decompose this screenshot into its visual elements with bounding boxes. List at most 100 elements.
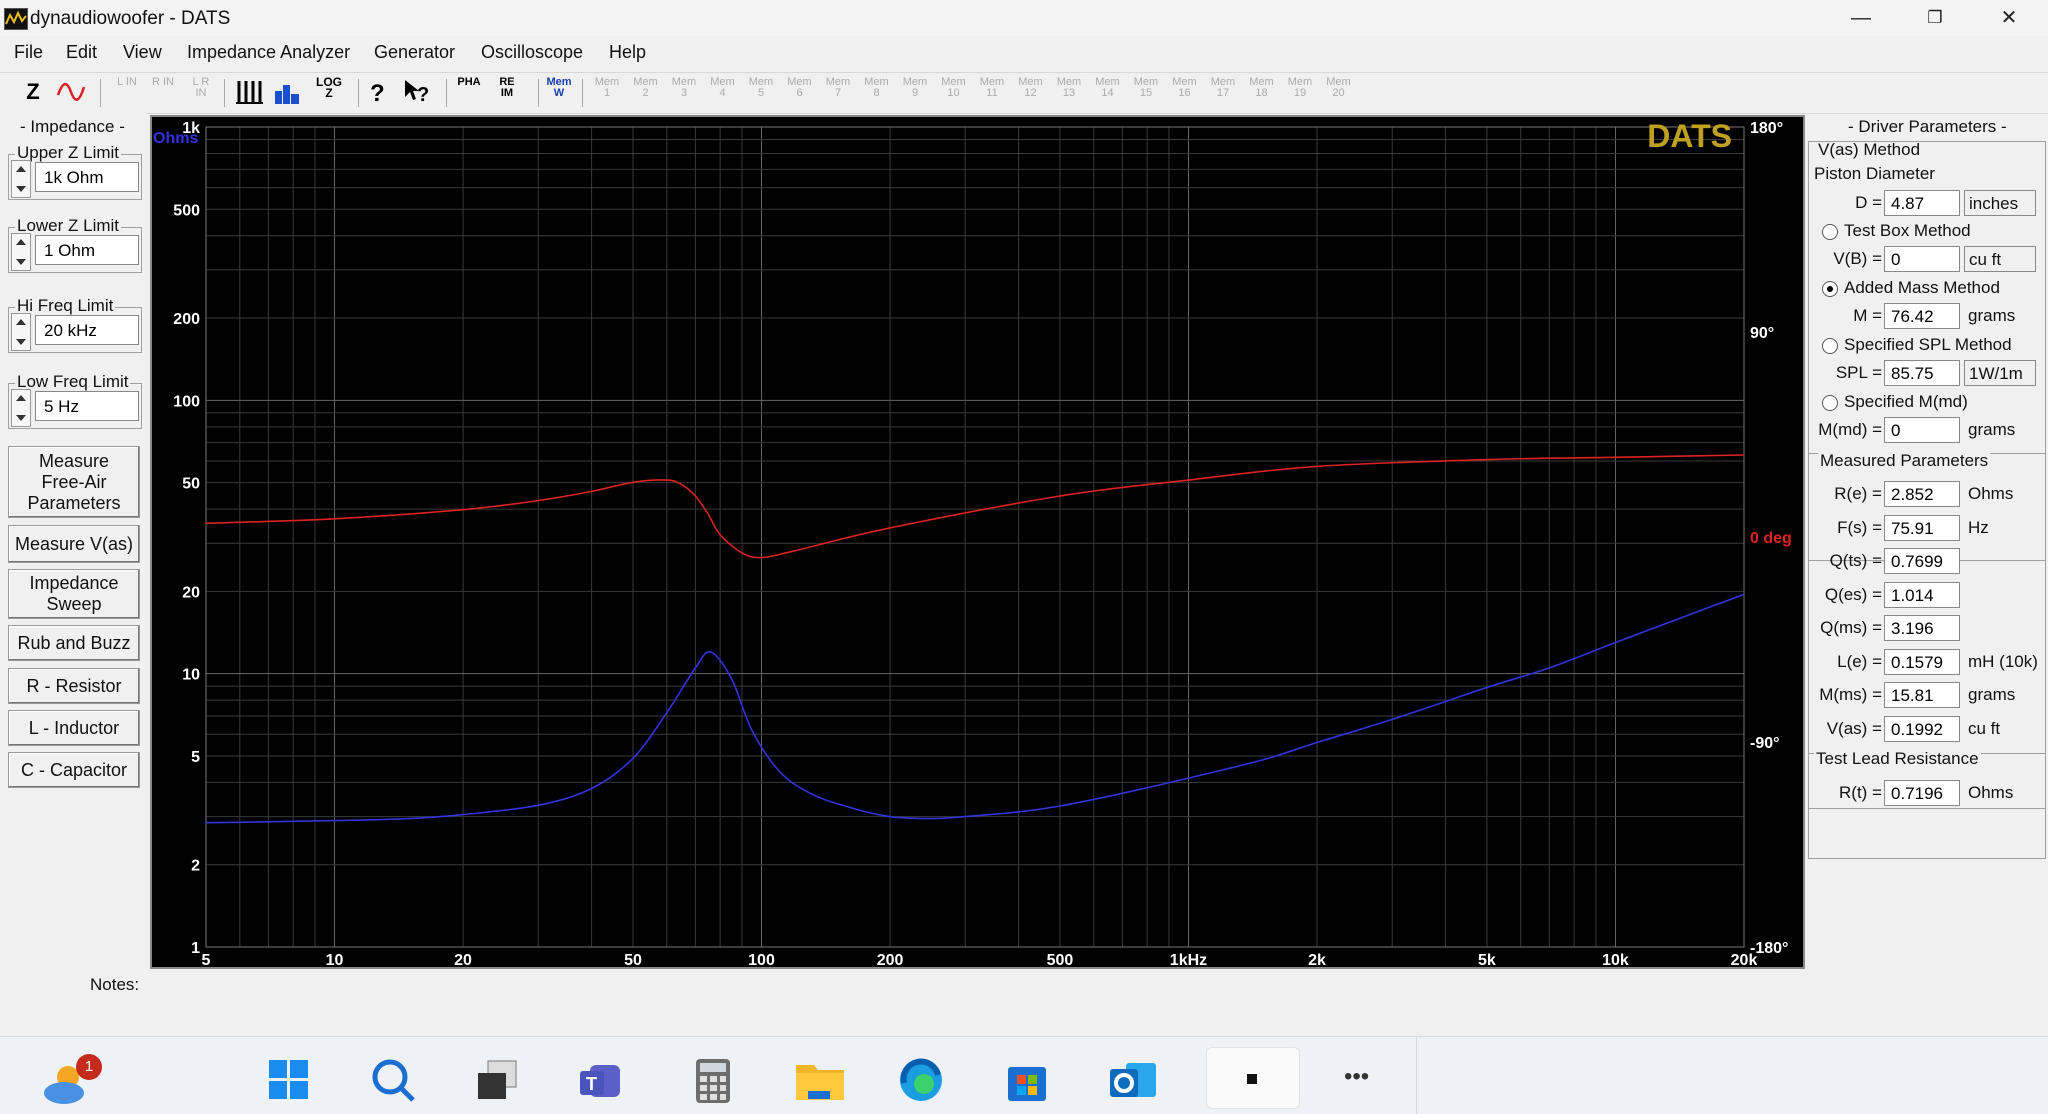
- minimize-button[interactable]: —: [1836, 4, 1886, 32]
- search-icon[interactable]: [370, 1057, 416, 1103]
- toolbar-separator: [100, 79, 101, 107]
- resistor-button[interactable]: R - Resistor: [8, 668, 140, 704]
- spin-down-icon[interactable]: [16, 186, 26, 192]
- low-freq-spinner[interactable]: [11, 389, 31, 427]
- measured-param-value[interactable]: 15.81: [1884, 682, 1960, 708]
- memory-slot-button[interactable]: Mem 11: [977, 77, 1007, 107]
- menu-oscilloscope[interactable]: Oscilloscope: [481, 42, 583, 63]
- low-freq-limit-value[interactable]: 5 Hz: [35, 391, 139, 421]
- memory-slot-button[interactable]: Mem 8: [862, 77, 892, 107]
- taskview-icon[interactable]: [474, 1057, 520, 1103]
- spl-method-radio[interactable]: [1822, 338, 1838, 354]
- capacitor-button[interactable]: C - Capacitor: [8, 752, 140, 788]
- start-icon[interactable]: [266, 1057, 312, 1103]
- measured-param-value[interactable]: 75.91: [1884, 514, 1960, 541]
- added-mass-input[interactable]: 76.42: [1884, 303, 1960, 329]
- calculator-icon[interactable]: [690, 1057, 736, 1103]
- more-apps-icon[interactable]: •••: [1344, 1063, 1369, 1091]
- memory-slot-button[interactable]: Mem 13: [1054, 77, 1084, 107]
- store-icon[interactable]: [1004, 1057, 1050, 1103]
- memory-slot-button[interactable]: Mem 16: [1170, 77, 1200, 107]
- bar-graph-button[interactable]: [272, 77, 302, 107]
- spl-unit[interactable]: 1W/1m: [1964, 360, 2036, 386]
- right-input-button[interactable]: R IN: [148, 77, 178, 107]
- menu-file[interactable]: File: [14, 42, 43, 63]
- impedance-sweep-button[interactable]: Impedance Sweep: [8, 569, 140, 619]
- upper-z-limit-value[interactable]: 1k Ohm: [35, 162, 139, 192]
- piston-diameter-input[interactable]: 4.87: [1884, 190, 1960, 216]
- spin-up-icon[interactable]: [16, 319, 26, 325]
- measured-param-value[interactable]: 0.1579: [1884, 648, 1960, 675]
- log-z-button[interactable]: LOG Z: [314, 76, 344, 107]
- vb-unit[interactable]: cu ft: [1964, 246, 2036, 272]
- memory-slot-button[interactable]: Mem 3: [669, 77, 699, 107]
- mmd-method-radio[interactable]: [1822, 395, 1838, 411]
- memory-slot-button[interactable]: Mem 1: [592, 77, 622, 107]
- memory-slot-button[interactable]: Mem 19: [1285, 77, 1315, 107]
- measure-vas-button[interactable]: Measure V(as): [8, 525, 140, 563]
- memory-slot-button[interactable]: Mem 12: [1016, 77, 1046, 107]
- phase-curve-button[interactable]: [56, 77, 86, 107]
- left-input-button[interactable]: L IN: [112, 77, 142, 107]
- memory-slot-button[interactable]: Mem 5: [746, 77, 776, 107]
- memory-slot-button[interactable]: Mem 4: [708, 77, 738, 107]
- inductor-button[interactable]: L - Inductor: [8, 710, 140, 746]
- grid-lines-button[interactable]: [234, 77, 264, 107]
- memory-slot-button[interactable]: Mem 17: [1208, 77, 1238, 107]
- mmd-input[interactable]: 0: [1884, 417, 1960, 443]
- file-explorer-icon[interactable]: [794, 1057, 844, 1103]
- menu-generator[interactable]: Generator: [374, 42, 455, 63]
- context-help-button[interactable]: ?: [402, 77, 432, 107]
- help-button[interactable]: ?: [364, 77, 394, 107]
- real-imag-button[interactable]: RE IM: [492, 77, 522, 107]
- impedance-mode-button[interactable]: Z: [18, 77, 48, 107]
- dats-app-icon[interactable]: [1206, 1047, 1300, 1109]
- measure-free-air-button[interactable]: Measure Free-Air Parameters: [8, 446, 140, 518]
- spl-input[interactable]: 85.75: [1884, 360, 1960, 386]
- memory-slot-button[interactable]: Mem 14: [1093, 77, 1123, 107]
- hi-freq-spinner[interactable]: [11, 313, 31, 351]
- menu-edit[interactable]: Edit: [66, 42, 97, 63]
- phase-display-button[interactable]: PHA: [454, 77, 484, 107]
- spin-down-icon[interactable]: [16, 339, 26, 345]
- measured-param-value[interactable]: 0.7699: [1884, 548, 1960, 574]
- menu-help[interactable]: Help: [609, 42, 646, 63]
- measured-param-value[interactable]: 3.196: [1884, 615, 1960, 641]
- memory-slot-button[interactable]: Mem 7: [823, 77, 853, 107]
- spin-up-icon[interactable]: [16, 166, 26, 172]
- toolbar-separator: [446, 79, 447, 107]
- measured-param-value[interactable]: 2.852: [1884, 481, 1960, 507]
- lower-z-spinner[interactable]: [11, 233, 31, 271]
- spin-up-icon[interactable]: [16, 395, 26, 401]
- memory-slot-button[interactable]: Mem 15: [1131, 77, 1161, 107]
- teams-icon[interactable]: T: [578, 1057, 624, 1103]
- edge-icon[interactable]: [898, 1057, 944, 1103]
- vb-input[interactable]: 0: [1884, 246, 1960, 272]
- added-mass-radio[interactable]: [1822, 281, 1838, 297]
- hi-freq-limit-value[interactable]: 20 kHz: [35, 315, 139, 345]
- spin-down-icon[interactable]: [16, 259, 26, 265]
- menu-impedance-analyzer[interactable]: Impedance Analyzer: [187, 42, 350, 63]
- spin-down-icon[interactable]: [16, 415, 26, 421]
- test-box-radio[interactable]: [1822, 224, 1838, 240]
- memory-slot-button[interactable]: Mem 9: [900, 77, 930, 107]
- piston-diameter-unit[interactable]: inches: [1964, 190, 2036, 216]
- stereo-input-button[interactable]: L R IN: [186, 77, 216, 107]
- upper-z-spinner[interactable]: [11, 160, 31, 198]
- measured-param-value[interactable]: 0.1992: [1884, 715, 1960, 742]
- rub-and-buzz-button[interactable]: Rub and Buzz: [8, 625, 140, 661]
- spin-up-icon[interactable]: [16, 239, 26, 245]
- close-button[interactable]: ✕: [1984, 4, 2034, 32]
- maximize-button[interactable]: ❐: [1910, 4, 1960, 32]
- memory-write-button[interactable]: Mem W: [544, 77, 574, 107]
- lower-z-limit-value[interactable]: 1 Ohm: [35, 235, 139, 265]
- measured-param-value[interactable]: 1.014: [1884, 581, 1960, 608]
- memory-slot-button[interactable]: Mem 6: [785, 77, 815, 107]
- memory-slot-button[interactable]: Mem 18: [1247, 77, 1277, 107]
- memory-slot-button[interactable]: Mem 20: [1324, 77, 1354, 107]
- outlook-icon[interactable]: [1108, 1057, 1156, 1103]
- memory-slot-button[interactable]: Mem 10: [939, 77, 969, 107]
- memory-slot-button[interactable]: Mem 2: [631, 77, 661, 107]
- rt-input[interactable]: 0.7196: [1884, 780, 1960, 806]
- menu-view[interactable]: View: [123, 42, 162, 63]
